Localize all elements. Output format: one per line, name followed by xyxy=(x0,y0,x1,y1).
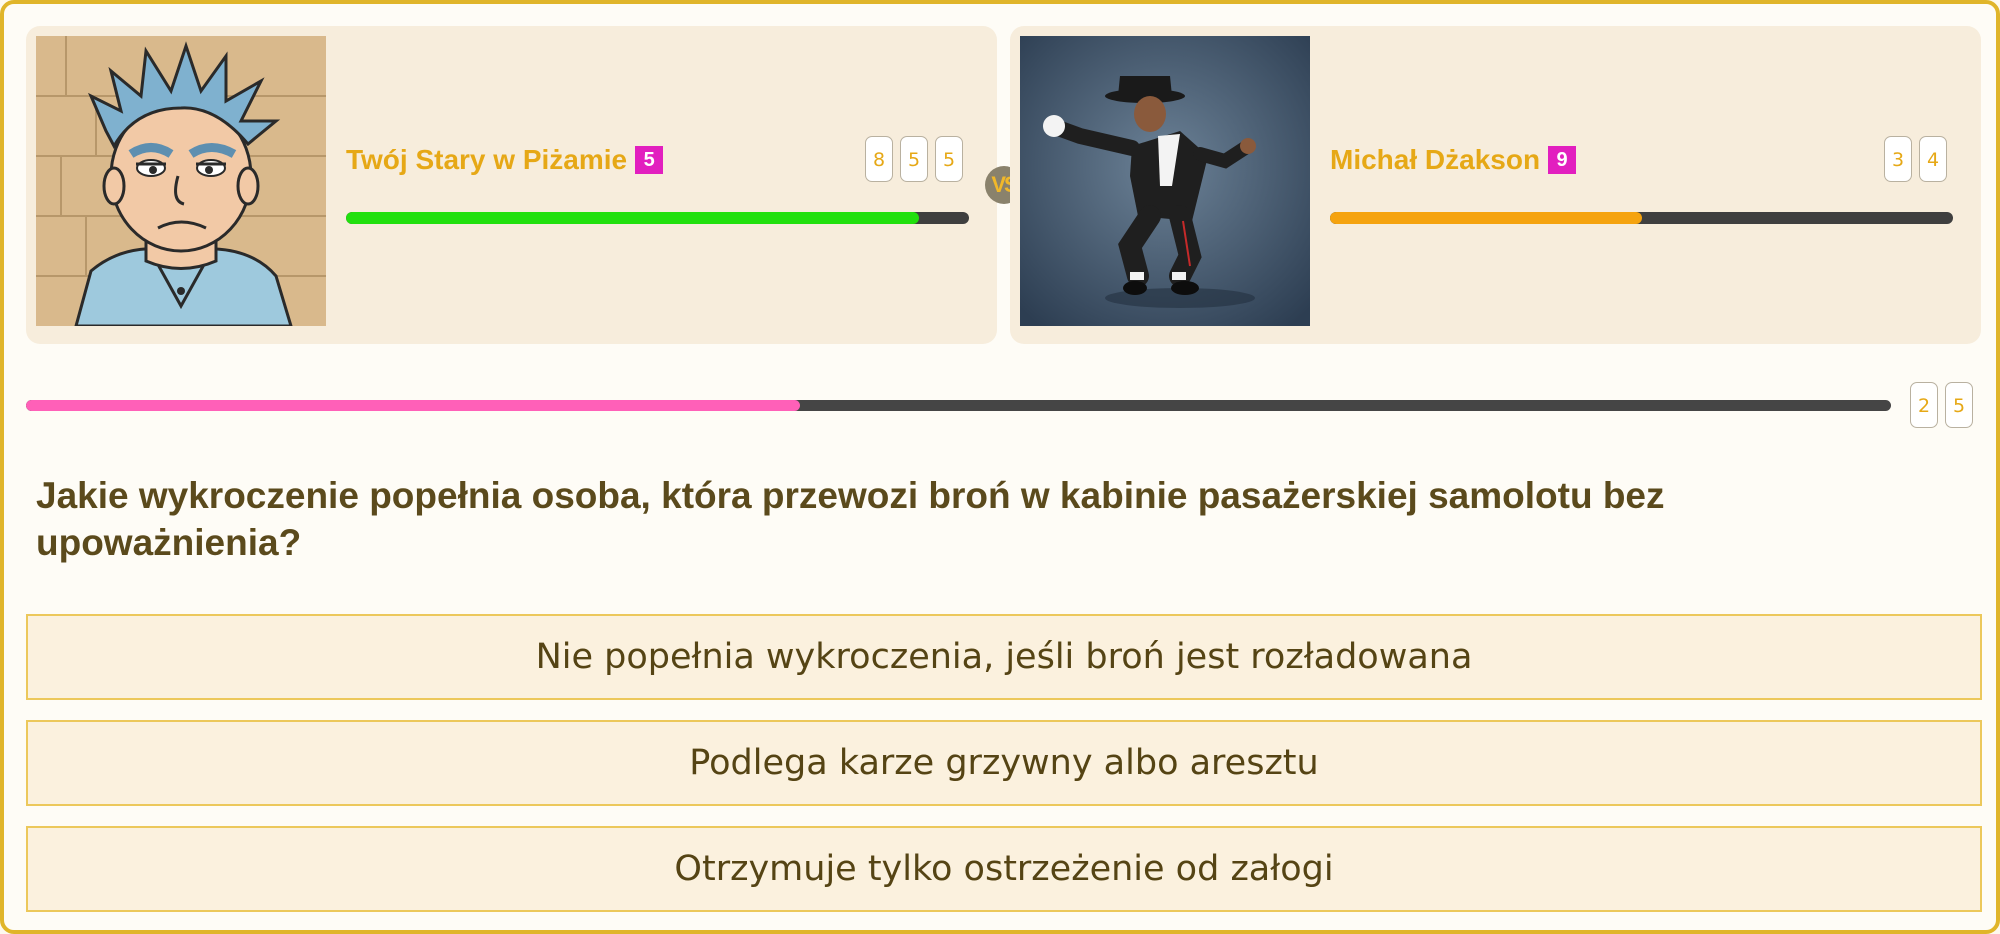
question-timer-bar xyxy=(26,400,1891,411)
timer-digit-2: 5 xyxy=(1945,382,1973,428)
question-text: Jakie wykroczenie popełnia osoba, która … xyxy=(36,475,1665,563)
health-bar-self-fill xyxy=(346,212,920,224)
health-bar-opponent-fill xyxy=(1330,212,1642,224)
old-man-pajamas-avatar-icon xyxy=(36,36,326,326)
score-digit-self-2: 5 xyxy=(900,136,928,182)
game-frame: Twój Stary w Piżamie 5 8 5 5 VS Michał D… xyxy=(0,0,2000,934)
answer-option-1[interactable]: Nie popełnia wykroczenia, jeśli broń jes… xyxy=(26,614,1982,700)
answer-option-3-label: Otrzymuje tylko ostrzeżenie od załogi xyxy=(674,849,1334,889)
player-name-self: Twój Stary w Piżamie 5 xyxy=(346,144,664,176)
player-name-self-text: Twój Stary w Piżamie xyxy=(346,144,628,175)
score-digit-self-1: 8 xyxy=(865,136,893,182)
score-digit-opponent-1: 3 xyxy=(1884,136,1912,182)
health-bar-self xyxy=(346,212,969,224)
health-bar-opponent xyxy=(1330,212,1953,224)
player-name-opponent: Michał Dżakson 9 xyxy=(1330,144,1577,176)
player-avatar-opponent xyxy=(1020,36,1310,326)
score-digit-opponent-2: 4 xyxy=(1919,136,1947,182)
player-name-opponent-text: Michał Dżakson xyxy=(1330,144,1541,175)
dancer-avatar-icon xyxy=(1020,36,1310,326)
answer-option-2-label: Podlega karze grzywny albo aresztu xyxy=(689,743,1319,783)
answer-option-2[interactable]: Podlega karze grzywny albo aresztu xyxy=(26,720,1982,806)
player-card-opponent: Michał Dżakson 9 3 4 xyxy=(1010,26,1981,344)
answer-option-1-label: Nie popełnia wykroczenia, jeśli broń jes… xyxy=(535,637,1473,677)
score-digit-self-3: 5 xyxy=(935,136,963,182)
timer-digit-1: 2 xyxy=(1910,382,1938,428)
player-level-badge-opponent: 9 xyxy=(1548,146,1577,174)
player-level-badge-self: 5 xyxy=(635,146,664,174)
question-timer-fill xyxy=(26,400,800,411)
answer-option-3[interactable]: Otrzymuje tylko ostrzeżenie od załogi xyxy=(26,826,1982,912)
player-card-self: Twój Stary w Piżamie 5 8 5 5 xyxy=(26,26,997,344)
player-avatar-self xyxy=(36,36,326,326)
